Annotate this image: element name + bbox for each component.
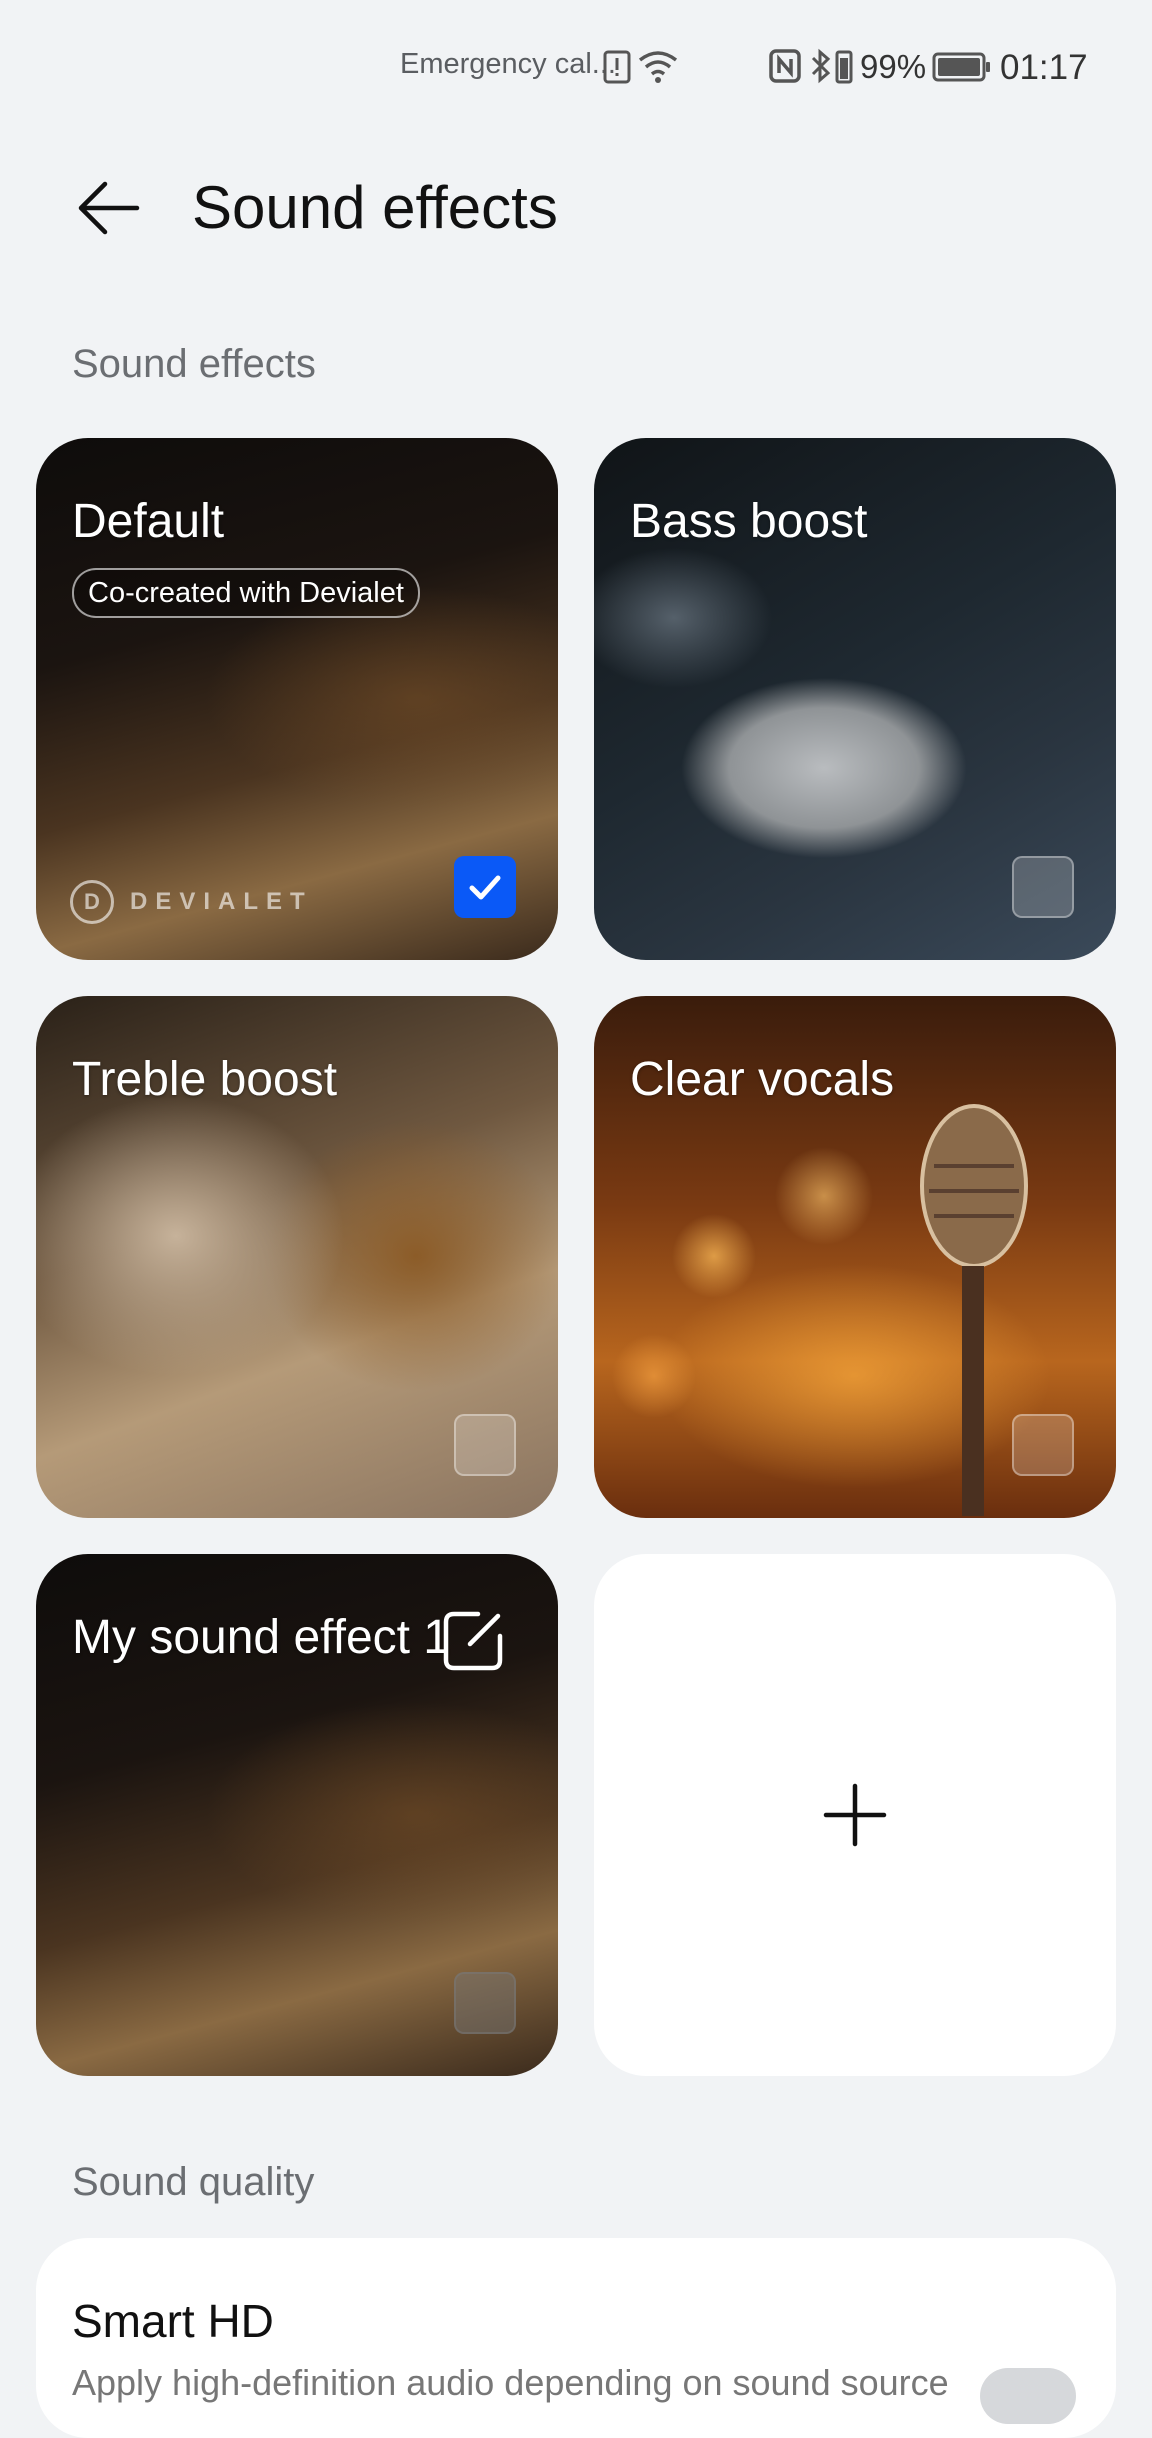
smart-hd-toggle[interactable]	[980, 2368, 1076, 2424]
vibrate-battery-icon	[834, 46, 854, 91]
effect-card-default[interactable]: Default Co-created with Devialet D DEVIA…	[36, 438, 558, 960]
page-title: Sound effects	[192, 174, 558, 241]
back-button[interactable]	[58, 158, 158, 258]
sim-alert-icon	[602, 46, 632, 91]
carrier-text: Emergency cal...	[400, 48, 616, 80]
bluetooth-icon	[810, 46, 832, 91]
smart-hd-description: Apply high-definition audio depending on…	[72, 2362, 949, 2403]
add-sound-effect-button[interactable]	[594, 1554, 1116, 2076]
devialet-brand-text: DEVIALET	[130, 888, 313, 915]
effect-title: My sound effect 1	[72, 1611, 450, 1664]
section-label-sound-effects: Sound effects	[72, 342, 316, 386]
battery-percent: 99%	[860, 48, 927, 85]
clock-time: 01:17	[1000, 48, 1088, 87]
plus-icon	[823, 1783, 887, 1847]
wifi-icon	[636, 46, 680, 91]
effect-title: Clear vocals	[630, 1053, 895, 1106]
unselected-checkbox[interactable]	[454, 1414, 516, 1476]
devialet-badge: Co-created with Devialet	[72, 568, 420, 618]
unselected-checkbox[interactable]	[1012, 1414, 1074, 1476]
selected-checkbox[interactable]	[454, 856, 516, 918]
battery-icon	[932, 46, 992, 91]
checkmark-icon	[469, 875, 501, 900]
unselected-checkbox[interactable]	[1012, 856, 1074, 918]
section-label-sound-quality: Sound quality	[72, 2160, 315, 2204]
devialet-logo-icon: D	[70, 880, 114, 924]
effect-card-treble-boost[interactable]: Treble boost	[36, 996, 558, 1518]
edit-icon[interactable]	[440, 1608, 506, 1679]
back-arrow-icon	[78, 181, 140, 235]
effect-title: Default	[72, 495, 225, 548]
effect-card-clear-vocals[interactable]: Clear vocals	[594, 996, 1116, 1518]
smart-hd-title: Smart HD	[72, 2295, 274, 2347]
effect-title: Bass boost	[630, 495, 868, 548]
effect-card-my-sound-effect[interactable]: My sound effect 1	[36, 1554, 558, 2076]
status-bar: Emergency cal... 99% 01:17	[0, 0, 1152, 136]
unselected-checkbox[interactable]	[454, 1972, 516, 2034]
header: Sound effects	[0, 136, 1152, 256]
smart-hd-card[interactable]: Smart HD Apply high-definition audio dep…	[36, 2238, 1116, 2438]
effect-card-bass-boost[interactable]: Bass boost	[594, 438, 1116, 960]
nfc-icon	[768, 46, 802, 91]
effect-title: Treble boost	[72, 1053, 338, 1106]
devialet-logo: D DEVIALET	[70, 880, 313, 924]
